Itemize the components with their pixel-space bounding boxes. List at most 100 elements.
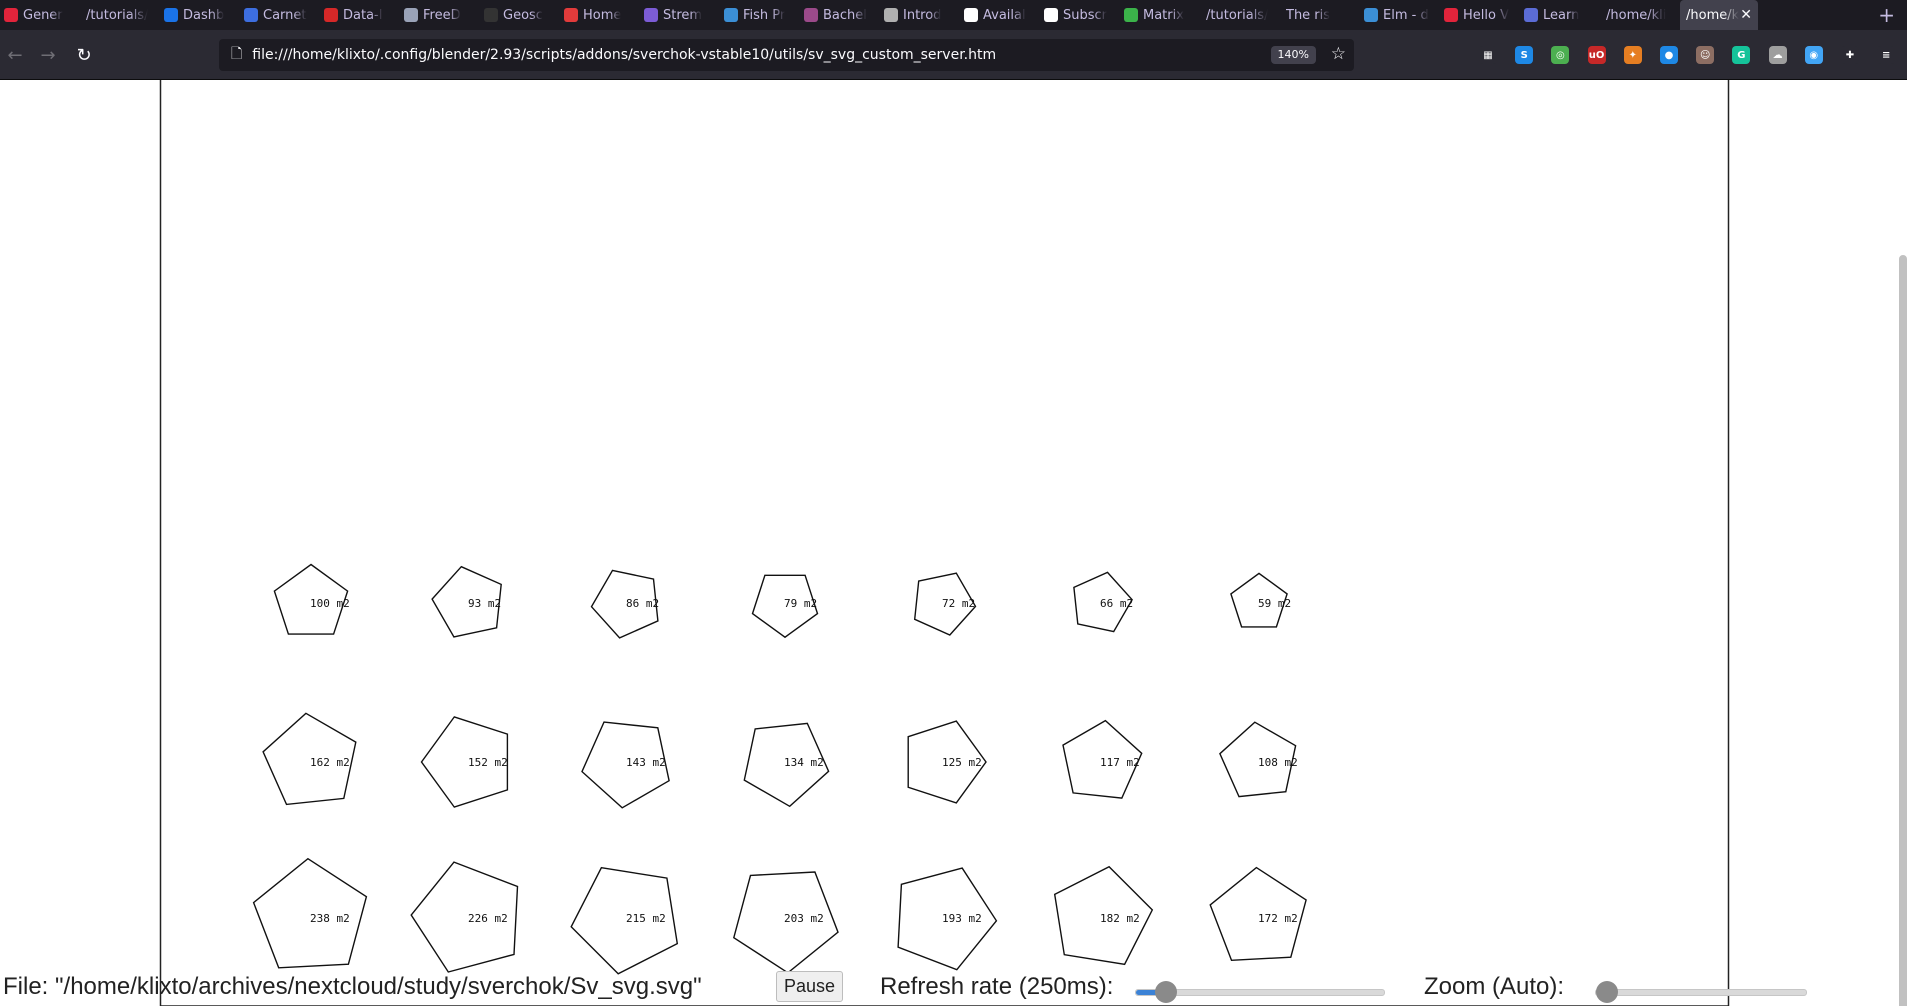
area-label: 215 m2 <box>626 912 666 925</box>
tab-8[interactable]: Strem <box>640 0 720 30</box>
tab-favicon-icon <box>1364 8 1378 22</box>
tab-2[interactable]: Dashb <box>160 0 240 30</box>
s-extension-icon[interactable]: S <box>1515 46 1534 64</box>
url-text[interactable]: file:///home/klixto/.config/blender/2.93… <box>252 47 996 63</box>
file-path-label: File: "/home/klixto/archives/nextcloud/s… <box>3 973 702 1000</box>
globe-extension-icon[interactable]: ◉ <box>1804 46 1823 64</box>
tab-label: Dashb <box>183 7 225 23</box>
area-label: 108 m2 <box>1258 756 1298 769</box>
area-label: 193 m2 <box>942 912 982 925</box>
area-label: 143 m2 <box>626 756 666 769</box>
sync-extension-icon[interactable]: ◎ <box>1551 46 1570 64</box>
tab-20[interactable]: /home/kli <box>1600 0 1680 30</box>
tab-label: Home <box>583 7 622 23</box>
navigation-toolbar: ← → ↻ 🗋 file:///home/klixto/.config/blen… <box>0 30 1907 80</box>
svg-drawing: 100 m2 93 m2 86 m2 79 m2 72 m2 66 m2 59 m2 162 … <box>159 80 1730 1006</box>
cloud-extension-icon[interactable]: ☁ <box>1768 46 1787 64</box>
file-page-icon: 🗋 <box>231 46 243 62</box>
tab-6[interactable]: Geosc <box>480 0 560 30</box>
tab-5[interactable]: FreeD <box>400 0 480 30</box>
menu-icon[interactable]: ≡ <box>1877 46 1896 64</box>
tab-favicon-icon <box>244 8 258 22</box>
tab-7[interactable]: Home <box>560 0 640 30</box>
grammarly-icon[interactable]: G <box>1732 46 1751 64</box>
puzzle-extension-icon[interactable]: ✦ <box>1623 46 1642 64</box>
tab-label: Gener <box>23 7 63 23</box>
scrollbar-thumb[interactable] <box>1899 255 1907 1006</box>
close-tab-icon[interactable]: ✕ <box>1740 7 1752 23</box>
tab-label: Elm - d <box>1383 7 1429 23</box>
tab-bar: Gener/tutorials/Dashb Carnet Data-I FreeD Ge… <box>0 0 1907 30</box>
ublock-icon[interactable]: uO <box>1587 46 1606 64</box>
tab-0[interactable]: Gener <box>0 0 80 30</box>
tab-10[interactable]: Bachel <box>800 0 880 30</box>
tab-favicon-icon <box>644 8 658 22</box>
area-label: 134 m2 <box>784 756 824 769</box>
area-label: 238 m2 <box>310 912 350 925</box>
area-label: 59 m2 <box>1258 597 1291 610</box>
tab-label: Learn <box>1543 7 1580 23</box>
back-arrow-icon[interactable]: ← <box>3 43 27 67</box>
tab-16[interactable]: The ris <box>1280 0 1360 30</box>
tab-18[interactable]: Hello V <box>1440 0 1520 30</box>
tab-1[interactable]: /tutorials/ <box>80 0 160 30</box>
tab-label: The ris <box>1286 7 1331 23</box>
tab-strip: Gener/tutorials/Dashb Carnet Data-I FreeD Ge… <box>0 0 1758 30</box>
bookmark-star-icon[interactable]: ☆ <box>1331 44 1346 64</box>
tab-11[interactable]: Introd <box>880 0 960 30</box>
tab-label: Subscr <box>1063 7 1108 23</box>
refresh-rate-slider-thumb[interactable] <box>1154 981 1177 1003</box>
zoom-slider[interactable] <box>1595 981 1807 1003</box>
svg-viewer-page: 100 m2 93 m2 86 m2 79 m2 72 m2 66 m2 59 m2 162 … <box>0 80 1907 1006</box>
tab-17[interactable]: Elm - d <box>1360 0 1440 30</box>
zoom-slider-thumb[interactable] <box>1596 981 1618 1003</box>
tab-label: Strem <box>663 7 703 23</box>
tab-label: Availal <box>983 7 1026 23</box>
tab-label: Fish Pr <box>743 7 786 23</box>
reload-icon[interactable]: ↻ <box>72 43 96 67</box>
tab-label: /home/kli <box>1606 7 1667 23</box>
tab-label: Hello V <box>1463 7 1509 23</box>
tab-21[interactable]: /home/k ✕ <box>1680 0 1758 30</box>
tab-13[interactable]: Subscr <box>1040 0 1120 30</box>
tab-favicon-icon <box>884 8 898 22</box>
tab-favicon-icon <box>164 8 178 22</box>
tab-label: Introd <box>903 7 942 23</box>
tab-favicon-icon <box>1524 8 1538 22</box>
tab-12[interactable]: Availal <box>960 0 1040 30</box>
svg-frame <box>159 80 1730 1006</box>
tab-favicon-icon <box>1444 8 1458 22</box>
tab-favicon-icon <box>404 8 418 22</box>
tab-label: Bachel <box>823 7 867 23</box>
tab-9[interactable]: Fish Pr <box>720 0 800 30</box>
pin-extension-icon[interactable]: ● <box>1660 46 1678 64</box>
tab-19[interactable]: Learn <box>1520 0 1600 30</box>
refresh-rate-label: Refresh rate (250ms): <box>880 973 1114 1000</box>
tab-favicon-icon <box>564 8 578 22</box>
tab-favicon-icon <box>964 8 978 22</box>
tab-14[interactable]: Matrix <box>1120 0 1200 30</box>
avatar-extension-icon[interactable]: ☺ <box>1696 46 1715 64</box>
tab-15[interactable]: /tutorials/ <box>1200 0 1280 30</box>
area-label: 117 m2 <box>1100 756 1140 769</box>
pause-button[interactable]: Pause <box>776 971 843 1002</box>
zoom-level-badge[interactable]: 140% <box>1270 46 1316 64</box>
forward-arrow-icon[interactable]: → <box>36 43 60 67</box>
tab-favicon-icon <box>804 8 818 22</box>
area-label: 125 m2 <box>942 756 982 769</box>
tab-3[interactable]: Carnet <box>240 0 320 30</box>
new-tab-button[interactable]: + <box>1866 3 1907 27</box>
area-label: 93 m2 <box>468 597 501 610</box>
area-label: 66 m2 <box>1100 597 1133 610</box>
area-label: 72 m2 <box>942 597 975 610</box>
address-bar[interactable]: 🗋 file:///home/klixto/.config/blender/2.… <box>219 39 1354 71</box>
tab-4[interactable]: Data-I <box>320 0 400 30</box>
area-label: 100 m2 <box>310 597 350 610</box>
tab-favicon-icon <box>1044 8 1058 22</box>
tab-favicon-icon <box>724 8 738 22</box>
extensions-icon[interactable]: ✚ <box>1841 46 1859 64</box>
tab-label: /tutorials/ <box>86 7 149 23</box>
refresh-rate-slider[interactable] <box>1135 981 1385 1003</box>
apps-icon[interactable]: ▦ <box>1479 46 1497 64</box>
area-label: 79 m2 <box>784 597 817 610</box>
